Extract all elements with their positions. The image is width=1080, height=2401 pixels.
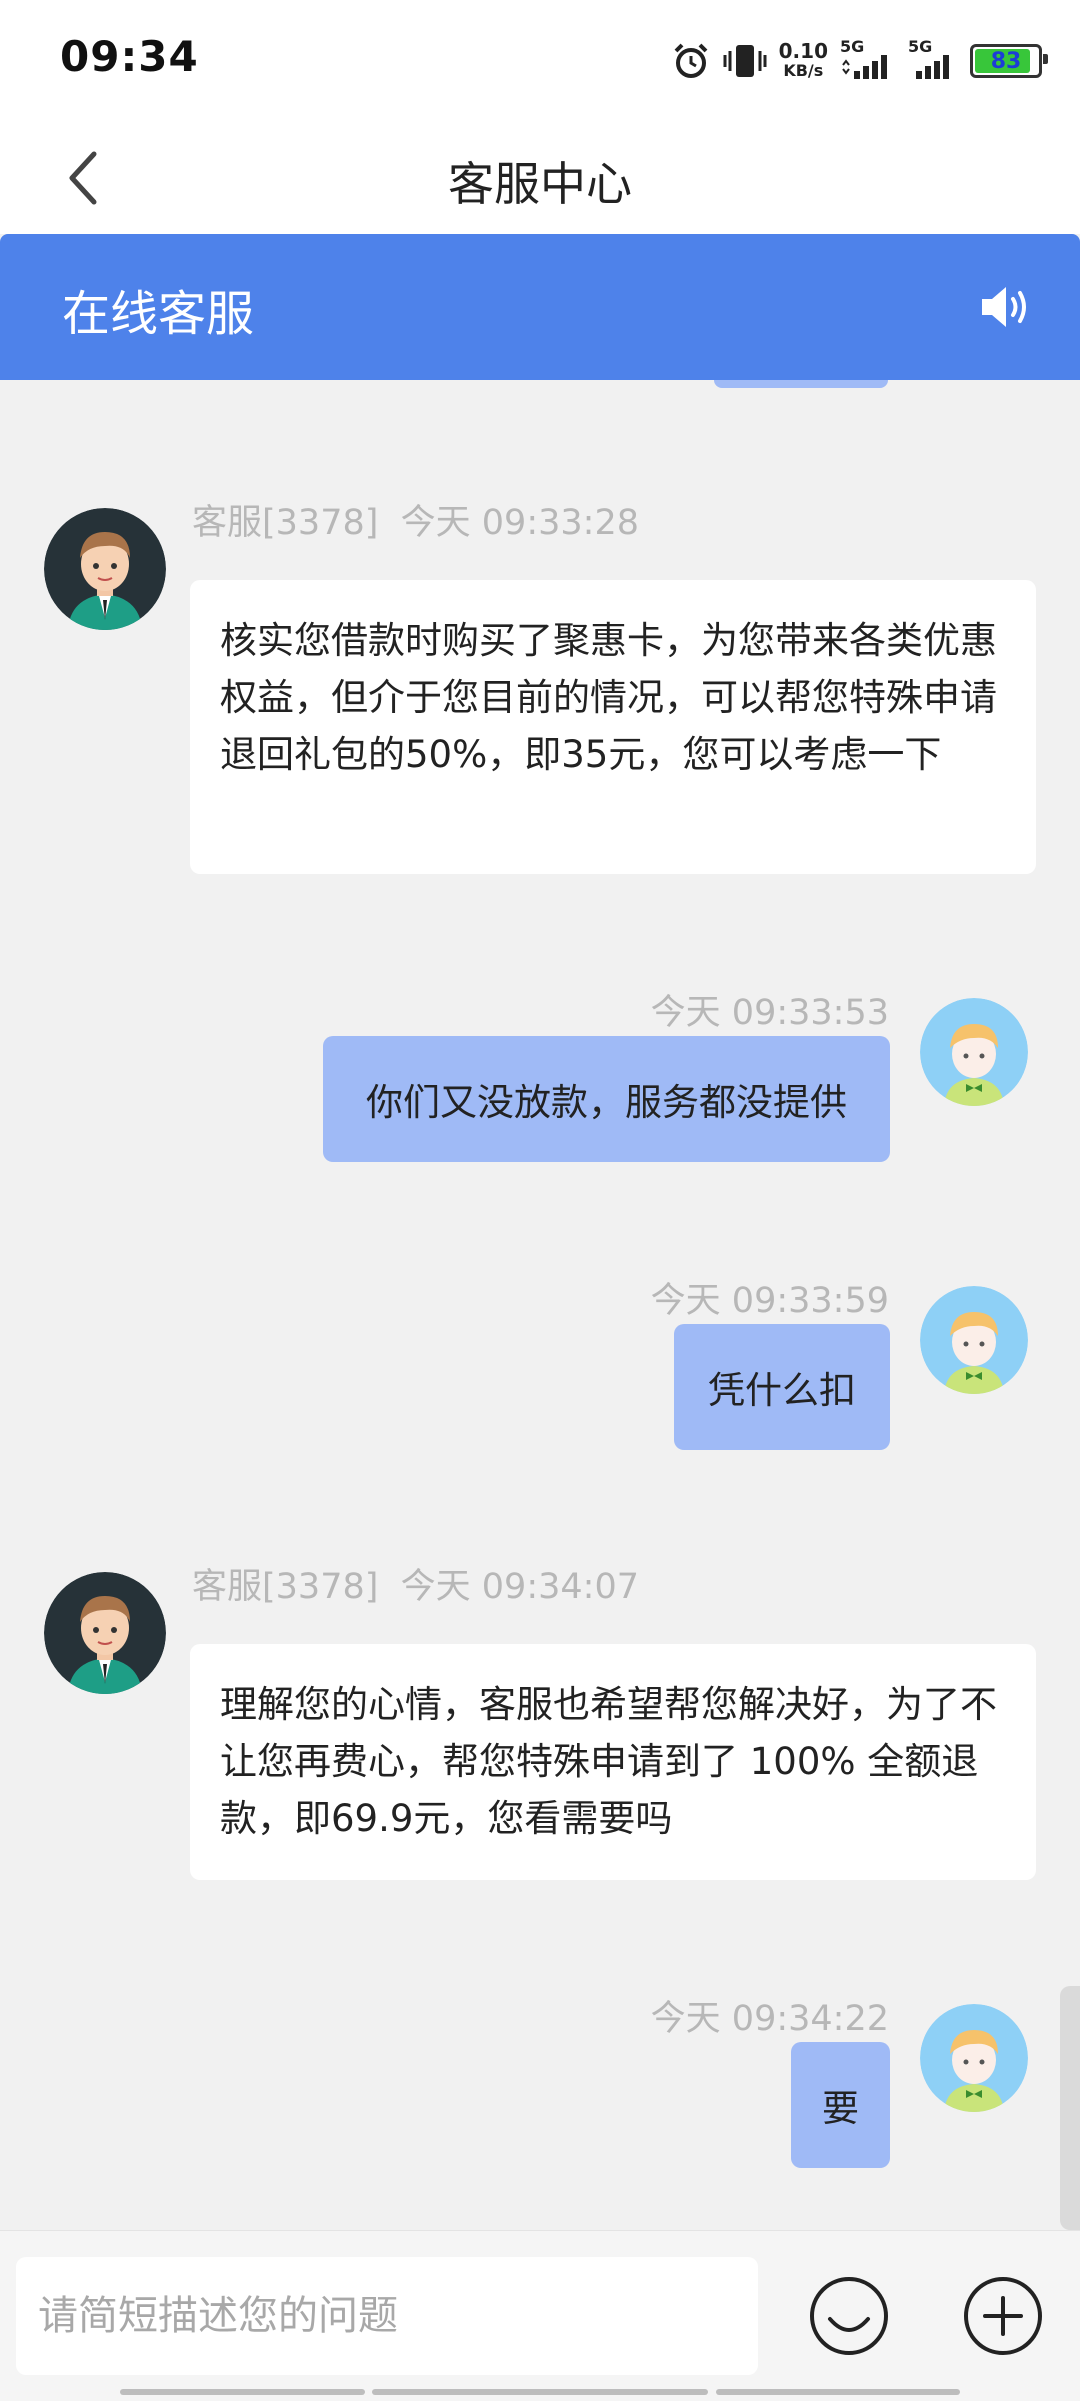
status-icons: 0.10 KB/s 5G 5G 83 bbox=[671, 36, 1048, 86]
message-bubble: 你们又没放款，服务都没提供 bbox=[323, 1036, 890, 1162]
speaker-button[interactable] bbox=[978, 282, 1034, 332]
nav-indicator bbox=[716, 2389, 960, 2395]
alarm-icon bbox=[674, 43, 708, 78]
signal-icon bbox=[916, 55, 949, 79]
signal-1: 5G bbox=[840, 37, 896, 81]
online-service-banner: 在线客服 bbox=[0, 234, 1080, 380]
sender-name: 客服[3378] bbox=[192, 503, 379, 543]
message-bubble: 凭什么扣 bbox=[674, 1324, 890, 1450]
nav-indicator bbox=[372, 2389, 708, 2395]
nav-indicator bbox=[120, 2389, 365, 2395]
banner-title: 在线客服 bbox=[62, 286, 255, 342]
message-time: 今天 09:33:59 bbox=[650, 1281, 889, 1321]
message-bubble: 理解您的心情，客服也希望帮您解决好，为了不让您再费心，帮您特殊申请到了 100%… bbox=[190, 1644, 1036, 1880]
smiley-icon bbox=[810, 2277, 888, 2355]
scrollbar-thumb[interactable] bbox=[1060, 1986, 1080, 2230]
signal-icon bbox=[842, 55, 887, 79]
speaker-icon bbox=[982, 287, 1026, 327]
message-bubble: 核实您借款时购买了聚惠卡，为您带来各类优惠权益，但介于您目前的情况，可以帮您特殊… bbox=[190, 580, 1036, 874]
previous-message-bubble bbox=[714, 380, 888, 388]
user-avatar bbox=[920, 1286, 1028, 1394]
user-avatar bbox=[920, 2004, 1028, 2112]
message-time: 今天 09:34:07 bbox=[400, 1567, 639, 1607]
signal-2: 5G bbox=[908, 37, 958, 81]
battery-icon: 83 bbox=[970, 44, 1048, 78]
input-bar bbox=[0, 2230, 1080, 2401]
plus-icon bbox=[964, 2277, 1042, 2355]
status-bar: 09:34 0.10 KB/s 5G 5G 83 bbox=[0, 0, 1080, 120]
net-speed-value: 0.10 bbox=[778, 39, 828, 63]
user-avatar bbox=[920, 998, 1028, 1106]
page-title: 客服中心 bbox=[448, 157, 632, 211]
net-speed-unit: KB/s bbox=[783, 61, 824, 80]
emoji-button[interactable] bbox=[808, 2275, 890, 2357]
message-input[interactable] bbox=[16, 2257, 758, 2375]
battery-level: 83 bbox=[990, 48, 1022, 74]
vibrate-icon bbox=[723, 45, 767, 77]
message-bubble: 要 bbox=[791, 2042, 890, 2168]
message-meta: 客服[3378] 今天 09:33:28 bbox=[192, 494, 639, 545]
message-meta: 客服[3378] 今天 09:34:07 bbox=[192, 1558, 639, 1609]
status-time: 09:34 bbox=[60, 32, 199, 81]
message-time: 今天 09:34:22 bbox=[650, 1999, 889, 2039]
message-time: 今天 09:33:28 bbox=[400, 503, 639, 543]
more-options-button[interactable] bbox=[962, 2275, 1044, 2357]
sender-name: 客服[3378] bbox=[192, 1567, 379, 1607]
nav-header: 客服中心 bbox=[0, 120, 1080, 234]
message-time: 今天 09:33:53 bbox=[650, 993, 889, 1033]
agent-avatar bbox=[44, 508, 166, 630]
chat-messages[interactable]: 客服[3378] 今天 09:33:28 核实您借款时购买了聚惠卡，为您带来各类… bbox=[0, 380, 1080, 2230]
agent-avatar bbox=[44, 1572, 166, 1694]
net-speed: 0.10 KB/s bbox=[779, 41, 828, 81]
